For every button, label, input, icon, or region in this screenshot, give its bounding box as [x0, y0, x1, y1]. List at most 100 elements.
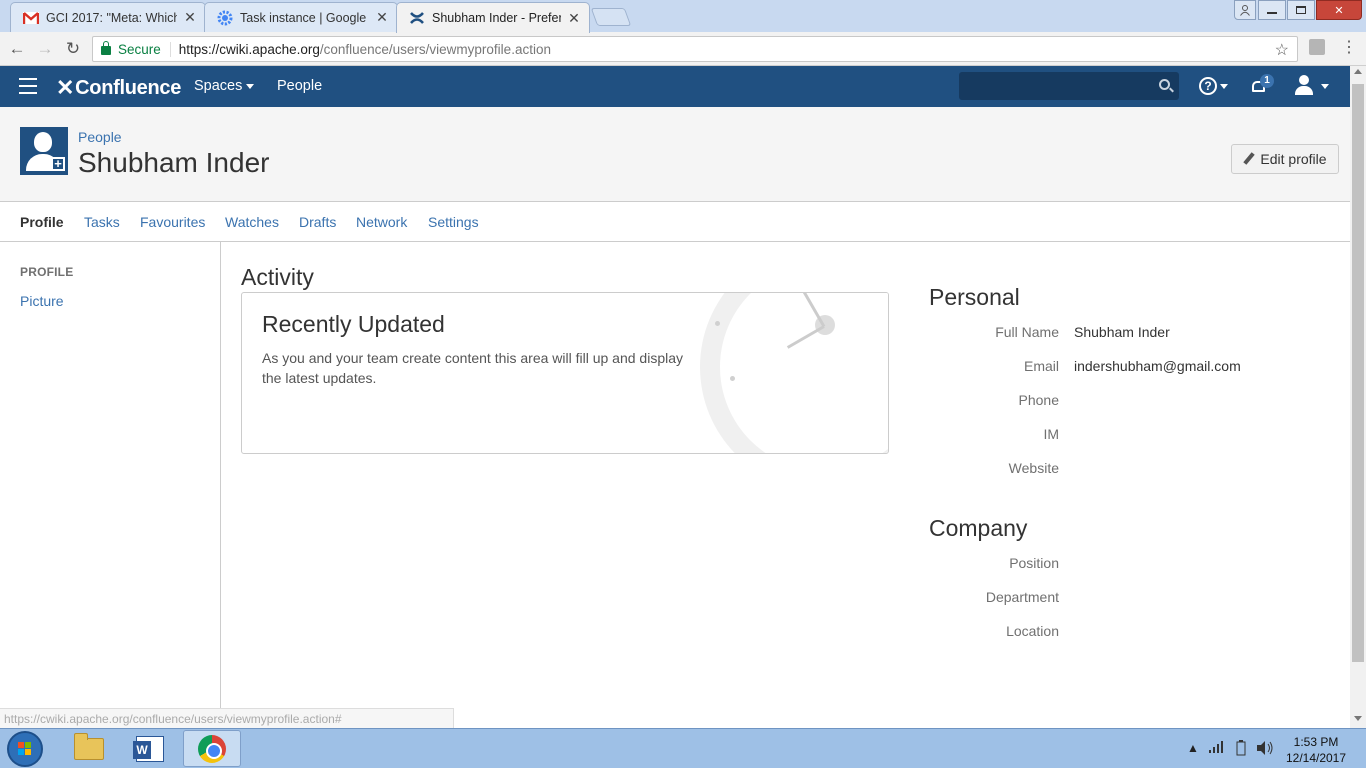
chrome-icon [198, 734, 226, 763]
tab-title: GCI 2017: "Meta: Which o [46, 10, 177, 25]
clock-date: 12/14/2017 [1285, 751, 1347, 765]
company-heading: Company [929, 515, 1028, 541]
personal-heading: Personal [929, 284, 1020, 310]
scroll-down-icon[interactable] [1354, 716, 1362, 721]
notification-badge: 1 [1260, 74, 1274, 88]
address-bar[interactable]: Secure https://cwiki.apache.org/confluen… [92, 36, 1298, 62]
browser-tab-task-instance[interactable]: Task instance | Google C ✕ [204, 2, 398, 32]
people-link[interactable]: People [277, 78, 322, 94]
sidebar-heading: PROFILE [20, 265, 74, 279]
browser-toolbar: ← → ↻ Secure https://cwiki.apache.org/co… [0, 32, 1366, 66]
url-host: https://cwiki.apache.org [178, 41, 320, 57]
status-bar-url: https://cwiki.apache.org/confluence/user… [0, 708, 454, 728]
browser-tab-gmail[interactable]: GCI 2017: "Meta: Which o ✕ [10, 2, 206, 32]
tab-profile[interactable]: Profile [20, 214, 64, 230]
confluence-logo-icon: ✕ [56, 75, 75, 100]
card-text: As you and your team create content this… [262, 350, 684, 386]
tab-settings[interactable]: Settings [428, 214, 479, 230]
browser-tab-active-profile[interactable]: Shubham Inder - Prefere ✕ [396, 2, 590, 33]
vertical-scrollbar[interactable] [1350, 66, 1366, 728]
profile-tabs: Profile Tasks Favourites Watches Drafts … [0, 203, 1350, 242]
scroll-up-icon[interactable] [1354, 69, 1362, 74]
battery-icon[interactable] [1236, 740, 1246, 759]
close-window-button[interactable]: ✕ [1316, 0, 1362, 20]
recently-updated-card: Recently Updated As you and your team cr… [241, 292, 889, 454]
minimize-window-button[interactable] [1258, 0, 1286, 20]
tab-network[interactable]: Network [356, 214, 407, 230]
reload-icon[interactable]: ↻ [62, 38, 84, 60]
tab-tasks[interactable]: Tasks [84, 214, 120, 230]
profile-avatar[interactable]: + [20, 127, 68, 175]
department-label: Department [985, 589, 1059, 605]
clock-time: 1:53 PM [1293, 735, 1339, 749]
plus-icon: + [51, 157, 65, 171]
logo-text: Confluence [75, 76, 182, 99]
browser-menu-icon[interactable]: ⋮ [1340, 37, 1358, 59]
close-tab-icon[interactable]: ✕ [183, 9, 197, 26]
lock-icon [101, 41, 111, 55]
full-name-value: Shubham Inder [1074, 324, 1170, 340]
forward-arrow-icon[interactable]: → [34, 38, 56, 60]
start-button[interactable] [7, 731, 43, 767]
sidebar-item-picture[interactable]: Picture [20, 293, 64, 309]
secure-label: Secure [118, 41, 171, 57]
edit-profile-label: Edit profile [1260, 151, 1327, 167]
windows-taskbar: W ▲ 1:53 PM 12/14/2017 [0, 728, 1366, 768]
file-explorer-button[interactable] [60, 730, 118, 767]
profile-header: + People Shubham Inder Edit profile [0, 107, 1350, 202]
search-input[interactable] [959, 72, 1179, 100]
user-profile-window-button[interactable] [1234, 0, 1256, 20]
confluence-logo[interactable]: ✕ Confluence [56, 75, 181, 101]
windows-logo-icon [18, 742, 32, 756]
system-clock[interactable]: 1:53 PM 12/14/2017 [1276, 734, 1356, 766]
tab-title: Task instance | Google C [240, 10, 369, 25]
menu-icon[interactable] [19, 78, 37, 94]
activity-heading: Activity [241, 264, 314, 290]
close-tab-icon[interactable]: ✕ [567, 10, 581, 27]
word-button[interactable]: W [121, 730, 179, 767]
tab-drafts[interactable]: Drafts [299, 214, 336, 230]
confluence-header: ✕ Confluence Spaces People ? 1 [0, 66, 1350, 107]
spaces-menu[interactable]: Spaces [194, 78, 242, 94]
gmail-icon [23, 10, 39, 26]
phone-label: Phone [1018, 392, 1059, 408]
url-path: /confluence/users/viewmyprofile.action [319, 41, 551, 57]
spaces-label: Spaces [194, 78, 243, 94]
position-label: Position [1009, 555, 1059, 571]
email-value: indershubham@gmail.com [1074, 358, 1241, 374]
page-title: Shubham Inder [78, 147, 270, 178]
restore-window-button[interactable] [1287, 0, 1315, 20]
card-title: Recently Updated [262, 311, 445, 337]
edit-profile-button[interactable]: Edit profile [1231, 144, 1339, 174]
folder-icon [74, 732, 104, 760]
back-arrow-icon[interactable]: ← [6, 38, 28, 60]
chevron-down-icon [246, 84, 254, 89]
profile-sidebar: PROFILE Picture [0, 242, 221, 728]
network-signal-icon[interactable] [1208, 740, 1224, 757]
close-tab-icon[interactable]: ✕ [375, 9, 389, 26]
word-icon: W [133, 735, 164, 762]
user-avatar-icon[interactable] [1294, 75, 1314, 97]
chevron-down-icon [1220, 84, 1228, 89]
tab-favourites[interactable]: Favourites [140, 214, 205, 230]
im-label: IM [1043, 426, 1059, 442]
new-tab-button[interactable] [590, 8, 632, 26]
extension-icon[interactable] [1309, 39, 1325, 55]
gear-icon [217, 10, 233, 26]
show-hidden-icons-icon[interactable]: ▲ [1187, 741, 1199, 755]
notifications-button[interactable]: 1 [1251, 74, 1274, 94]
breadcrumb[interactable]: People [78, 129, 122, 145]
chevron-down-icon [1321, 84, 1329, 89]
email-label: Email [1023, 358, 1059, 374]
pencil-icon [1243, 153, 1255, 165]
volume-icon[interactable] [1256, 740, 1274, 759]
location-label: Location [1006, 623, 1059, 639]
clock-illustration-icon [700, 293, 888, 453]
full-name-label: Full Name [995, 324, 1059, 340]
chrome-button[interactable] [183, 730, 241, 767]
tab-watches[interactable]: Watches [225, 214, 279, 230]
help-icon[interactable]: ? [1199, 77, 1217, 95]
scrollbar-thumb[interactable] [1352, 84, 1364, 662]
bookmark-star-icon[interactable]: ☆ [1275, 40, 1289, 60]
tab-title: Shubham Inder - Prefere [432, 11, 561, 25]
